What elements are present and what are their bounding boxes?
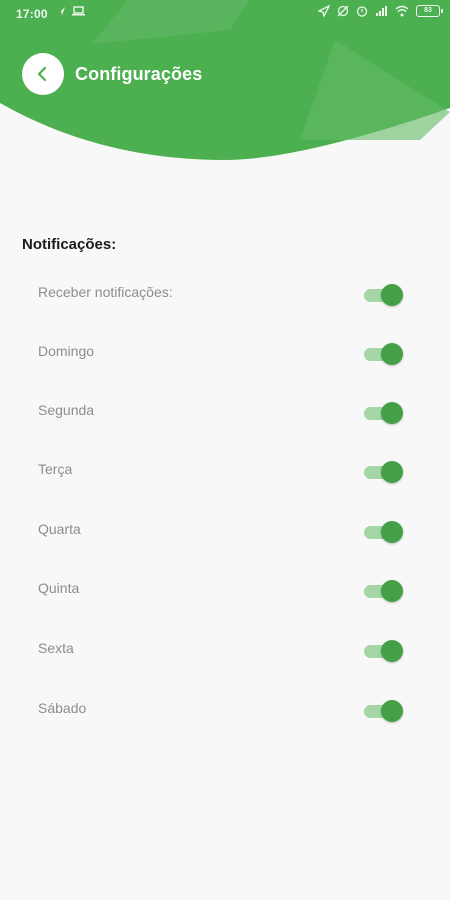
toggle-thumb (381, 402, 403, 424)
toggle-thumb (381, 521, 403, 543)
status-left-icons (56, 6, 85, 16)
toggle-monday[interactable] (364, 402, 403, 424)
toggle-thumb (381, 580, 403, 602)
setting-label-thursday: Quinta (38, 580, 80, 596)
setting-label-receive-notifications: Receber notificações: (38, 284, 173, 300)
setting-row-wednesday: Quarta (38, 511, 408, 551)
chevron-left-icon (37, 66, 47, 82)
setting-label-friday: Sexta (38, 640, 74, 656)
setting-label-wednesday: Quarta (38, 521, 81, 537)
laptop-icon (72, 6, 85, 16)
setting-row-receive-notifications: Receber notificações: (38, 274, 408, 314)
status-bar: 17:00 83 (0, 0, 450, 26)
alarm-icon (356, 6, 368, 17)
setting-row-monday: Segunda (38, 392, 408, 432)
toggle-thumb (381, 461, 403, 483)
status-time: 17:00 (16, 7, 48, 21)
toggle-wednesday[interactable] (364, 521, 403, 543)
setting-label-saturday: Sábado (38, 700, 87, 716)
notifications-section-title: Notificações: (22, 236, 117, 253)
setting-row-sunday: Domingo (38, 333, 408, 373)
signal-icon (376, 6, 387, 16)
navigation-arrow-icon (57, 7, 65, 15)
setting-row-saturday: Sábado (38, 690, 408, 730)
wifi-icon (395, 5, 409, 17)
toggle-tuesday[interactable] (364, 461, 403, 483)
header: 17:00 83 Configurações (0, 0, 450, 170)
setting-row-thursday: Quinta (38, 570, 408, 610)
setting-row-tuesday: Terça (38, 451, 408, 491)
toggle-thursday[interactable] (364, 580, 403, 602)
toggle-sunday[interactable] (364, 343, 403, 365)
toggle-thumb (381, 700, 403, 722)
toggle-saturday[interactable] (364, 700, 403, 722)
page-title: Configurações (75, 64, 203, 84)
back-button[interactable] (22, 53, 64, 95)
toggle-thumb (381, 284, 403, 306)
setting-row-friday: Sexta (38, 630, 408, 670)
battery-icon: 83 (416, 5, 443, 17)
status-right-icons: 83 (318, 5, 443, 17)
battery-level: 83 (424, 7, 432, 14)
location-icon (318, 5, 330, 17)
toggle-thumb (381, 640, 403, 662)
setting-label-monday: Segunda (38, 402, 95, 418)
toggle-thumb (381, 343, 403, 365)
setting-label-sunday: Domingo (38, 343, 95, 359)
toggle-receive-notifications[interactable] (364, 284, 403, 306)
setting-label-tuesday: Terça (38, 461, 73, 477)
do-not-disturb-icon (337, 5, 349, 17)
toggle-friday[interactable] (364, 640, 403, 662)
